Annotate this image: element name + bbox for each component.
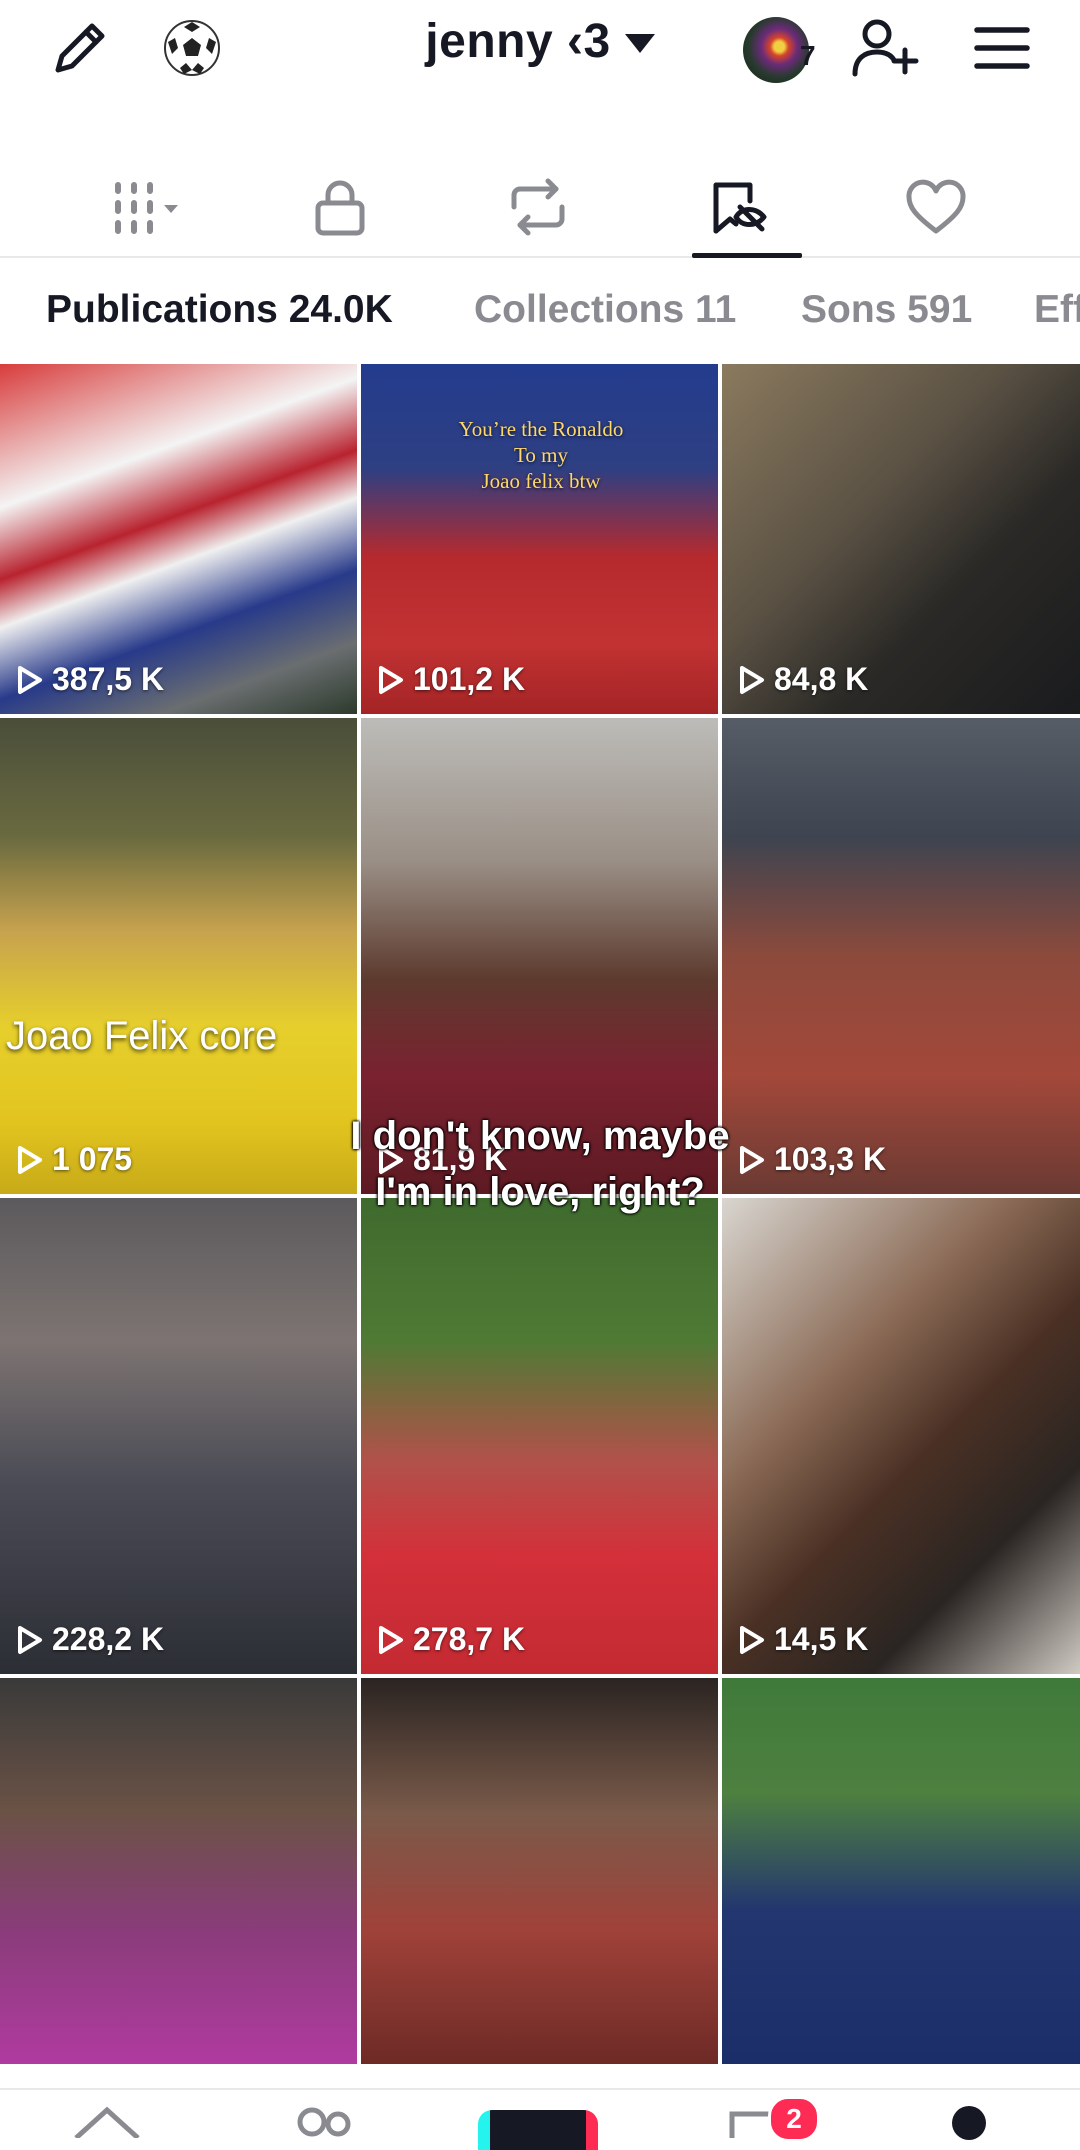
tab-videos[interactable] bbox=[80, 160, 220, 254]
hamburger-menu-icon[interactable] bbox=[962, 8, 1042, 88]
view-count: 101,2 K bbox=[377, 661, 525, 698]
grid-icon bbox=[115, 182, 178, 234]
repost-icon bbox=[511, 178, 565, 236]
username: jenny ‹3 bbox=[425, 15, 611, 68]
video-caption: You’re the Ronaldo To my Joao felix btw bbox=[458, 417, 624, 493]
bottom-navigation bbox=[0, 2088, 1080, 2150]
play-icon bbox=[18, 665, 42, 694]
play-icon bbox=[18, 1625, 42, 1654]
subtab-collections[interactable]: Collections 11 bbox=[474, 288, 736, 332]
play-icon bbox=[740, 665, 764, 694]
lock-icon bbox=[315, 180, 365, 236]
play-icon bbox=[740, 1145, 764, 1174]
video-thumbnail[interactable]: 228,2 K bbox=[0, 1198, 357, 1674]
content-subtabs: Publications 24.0K Collections 11 Sons 5… bbox=[0, 258, 1080, 364]
nav-profile[interactable] bbox=[952, 2106, 986, 2140]
subtab-sons[interactable]: Sons 591 bbox=[801, 288, 972, 332]
nav-create[interactable] bbox=[478, 2110, 598, 2150]
tab-favorites[interactable] bbox=[668, 160, 808, 258]
video-thumbnail[interactable]: Joao Felix core 1 075 bbox=[0, 718, 357, 1194]
video-thumbnail[interactable] bbox=[722, 1678, 1080, 2064]
profile-icon bbox=[952, 2106, 986, 2140]
nav-home[interactable] bbox=[70, 2104, 144, 2143]
overlay-caption: I don't know, maybe I'm in love, right? bbox=[350, 1114, 730, 1214]
play-icon bbox=[379, 1625, 403, 1654]
view-count: 387,5 K bbox=[16, 661, 164, 698]
view-count: 84,8 K bbox=[738, 661, 868, 698]
subtab-publications[interactable]: Publications 24.0K bbox=[46, 288, 393, 332]
tab-private[interactable] bbox=[270, 160, 410, 254]
tab-liked[interactable] bbox=[866, 160, 1006, 254]
profile-header: jenny ‹3 7 bbox=[0, 0, 1080, 110]
view-count: 103,3 K bbox=[738, 1141, 886, 1178]
play-icon bbox=[379, 665, 403, 694]
video-caption: Joao Felix core bbox=[6, 1014, 278, 1058]
video-thumbnail[interactable] bbox=[0, 1678, 357, 2064]
view-count: 228,2 K bbox=[16, 1621, 164, 1658]
video-thumbnail[interactable]: 84,8 K bbox=[722, 364, 1080, 714]
video-thumbnail[interactable]: You’re the Ronaldo To my Joao felix btw … bbox=[361, 364, 718, 714]
bookmark-hidden-icon bbox=[713, 182, 767, 234]
nav-friends[interactable] bbox=[290, 2104, 360, 2143]
story-count: 7 bbox=[800, 40, 816, 71]
profile-tabs bbox=[0, 160, 1080, 258]
view-count: 1 075 bbox=[16, 1141, 132, 1178]
play-icon bbox=[740, 1625, 764, 1654]
view-count: 14,5 K bbox=[738, 1621, 868, 1658]
home-icon bbox=[74, 2106, 140, 2140]
tab-reposts[interactable] bbox=[468, 160, 608, 254]
add-friend-icon[interactable] bbox=[846, 8, 926, 88]
inbox-badge: 2 bbox=[768, 2096, 820, 2142]
plus-icon bbox=[478, 2110, 598, 2150]
video-thumbnail[interactable] bbox=[361, 1678, 718, 2064]
video-thumbnail[interactable]: 14,5 K bbox=[722, 1198, 1080, 1674]
video-thumbnail[interactable]: 103,3 K bbox=[722, 718, 1080, 1194]
chevron-down-icon bbox=[624, 34, 655, 53]
friends-icon bbox=[297, 2107, 351, 2137]
video-thumbnail[interactable]: 387,5 K bbox=[0, 364, 357, 714]
view-count: 278,7 K bbox=[377, 1621, 525, 1658]
subtab-effects[interactable]: Effets bbox=[1034, 288, 1080, 332]
play-icon bbox=[18, 1145, 42, 1174]
video-thumbnail[interactable]: 278,7 K bbox=[361, 1198, 718, 1674]
heart-icon bbox=[906, 179, 966, 234]
